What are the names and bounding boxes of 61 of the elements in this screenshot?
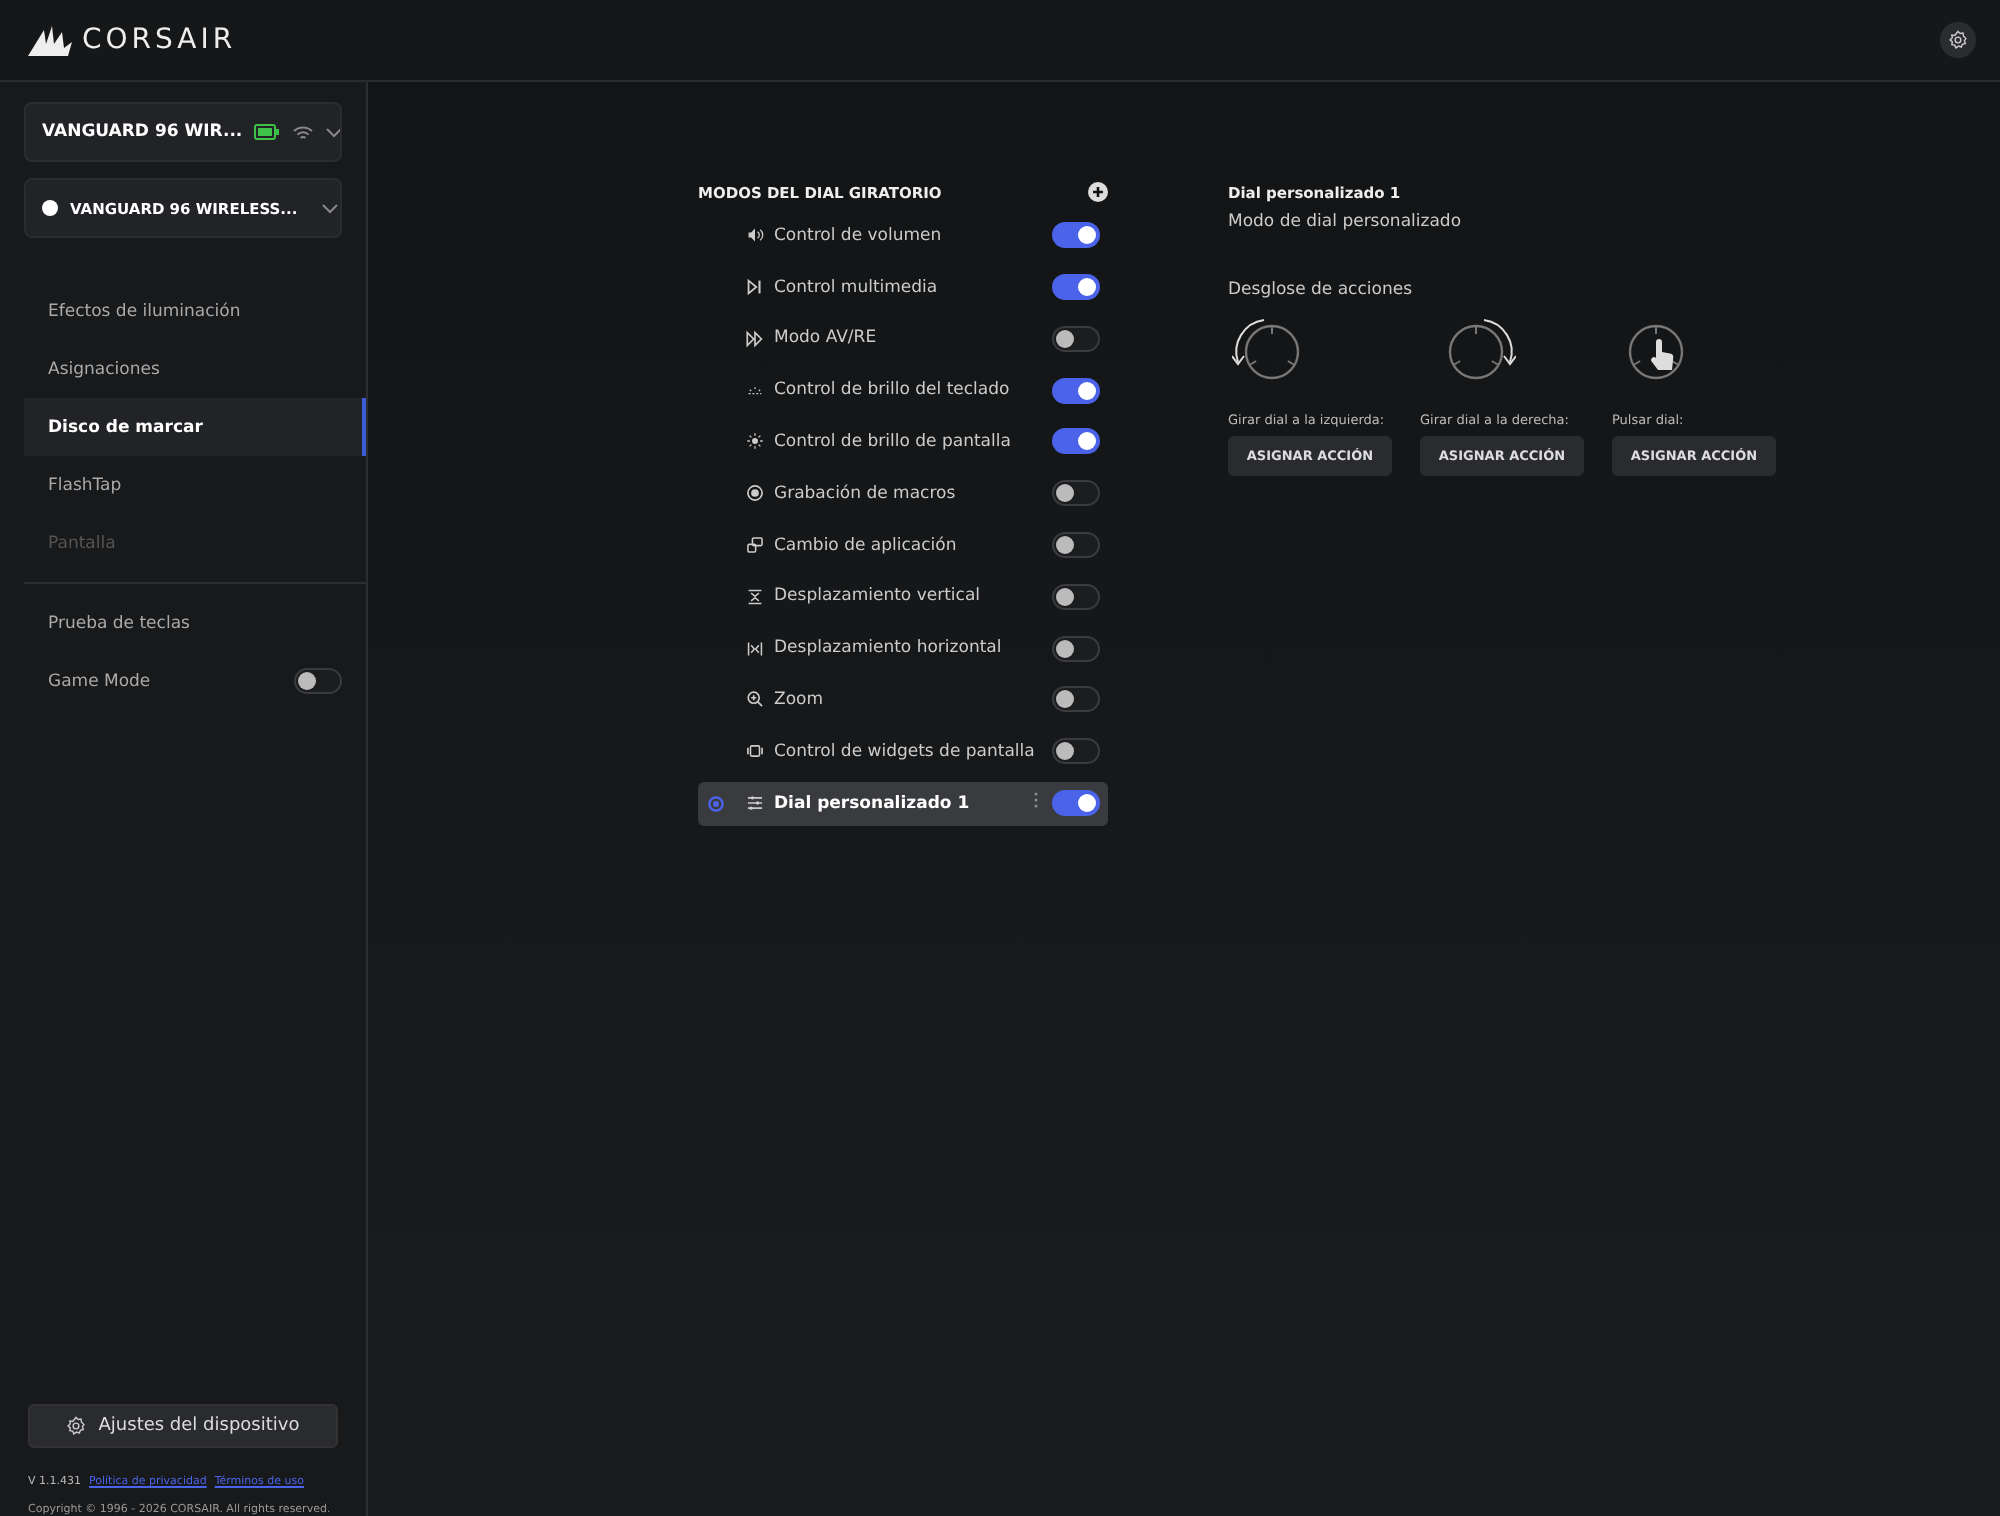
mode-label[interactable]: Control de brillo del teclado [774, 380, 1042, 401]
mode-icon [746, 329, 764, 348]
mode-label[interactable]: Cambio de aplicación [774, 535, 1042, 556]
sidebar-item[interactable]: Asignaciones [24, 340, 366, 398]
toggle-switch[interactable] [1052, 635, 1100, 662]
toggle-switch[interactable] [294, 668, 342, 694]
chevron-down-icon [321, 203, 338, 213]
mode-icon [746, 278, 764, 297]
brand-logo: CORSAIR [82, 24, 237, 56]
settings-icon [1948, 30, 1968, 50]
mode-label[interactable]: Control multimedia [774, 277, 1042, 298]
toggle-switch[interactable] [1052, 686, 1100, 713]
mode-icon [746, 794, 764, 813]
sidebar-item[interactable]: Efectos de iluminación [24, 282, 366, 340]
toggle-switch[interactable] [1052, 738, 1100, 765]
sidebar-item[interactable]: Prueba de teclas [0, 594, 366, 652]
settings-icon [66, 1416, 87, 1436]
mode-row[interactable]: Dial personalizado 1 [698, 781, 1108, 826]
device-settings-button[interactable]: Ajustes del dispositivo [28, 1404, 338, 1448]
mode-label[interactable]: Desplazamiento vertical [774, 586, 1042, 607]
mode-icon [746, 226, 764, 245]
radio-icon[interactable] [708, 795, 724, 812]
toggle-switch[interactable] [1052, 325, 1100, 352]
toggle-switch[interactable] [1052, 428, 1100, 455]
chevron-down-icon [326, 127, 340, 137]
mode-label: Dial personalizado 1 [774, 793, 972, 814]
mode-label[interactable]: Modo AV/RE [774, 328, 1042, 349]
mode-icon [746, 536, 764, 555]
mode-icon [746, 381, 764, 400]
sidebar-item[interactable]: FlashTap [24, 456, 366, 514]
mode-label[interactable]: Desplazamiento horizontal [774, 638, 1042, 659]
toggle-switch[interactable] [1052, 377, 1100, 404]
device-dropdown[interactable]: VANGUARD 96 WIR... [24, 102, 342, 162]
profile-dot-icon [42, 200, 58, 216]
game-mode-label: Game Mode [48, 671, 151, 691]
settings-button[interactable] [1940, 22, 1976, 58]
mode-label[interactable]: Zoom [774, 689, 1042, 710]
toggle-switch[interactable] [1052, 790, 1100, 817]
sidebar-item[interactable]: Disco de marcar [24, 398, 366, 456]
toggle-switch[interactable] [1052, 583, 1100, 610]
mode-label[interactable]: Control de brillo de pantalla [774, 431, 1042, 452]
mode-icon [746, 484, 764, 503]
toggle-switch[interactable] [1052, 532, 1100, 559]
wifi-icon [292, 123, 315, 141]
toggle-switch[interactable] [1052, 480, 1100, 507]
toggle-switch[interactable] [1052, 222, 1100, 249]
section-heading: Desglose de acciones [1228, 280, 1415, 300]
mode-label[interactable]: Control de widgets de pantalla [774, 741, 1042, 762]
device-name: VANGUARD 96 WIR... [42, 122, 243, 142]
detail-subtitle: Modo de dial personalizado [1228, 212, 1464, 232]
mode-icon [746, 432, 764, 451]
mode-icon [746, 742, 764, 761]
battery-icon [254, 124, 281, 140]
mode-icon [746, 639, 764, 658]
add-icon[interactable] [1088, 182, 1108, 202]
sail-logo-icon [24, 24, 72, 56]
mode-label[interactable]: Control de volumen [774, 225, 1042, 246]
mode-icon [746, 587, 764, 606]
mode-label[interactable]: Grabación de macros [774, 483, 1042, 504]
mode-icon [746, 690, 764, 709]
toggle-switch[interactable] [1052, 274, 1100, 301]
